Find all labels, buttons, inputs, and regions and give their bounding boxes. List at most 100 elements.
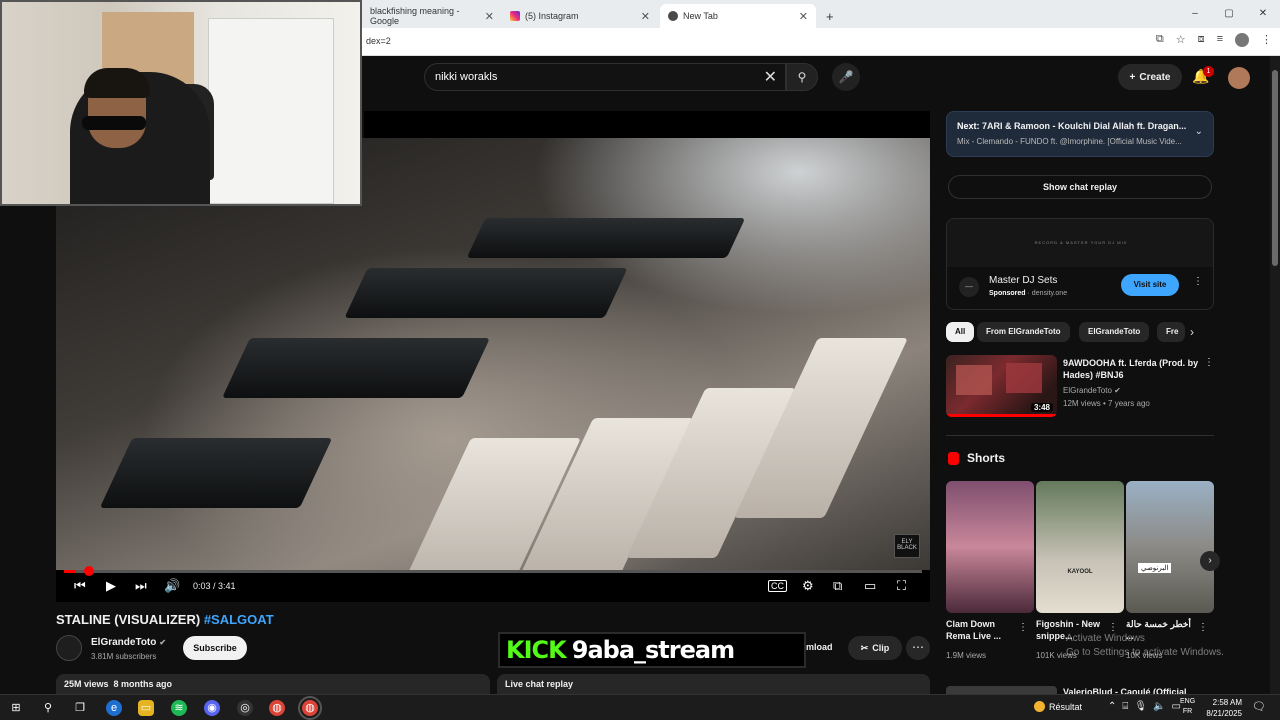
- captions-icon[interactable]: CC: [768, 580, 787, 592]
- recommendation-title[interactable]: 9AWDOOHA ft. Lferda (Prod. by Hades) #BN…: [1063, 357, 1199, 381]
- visit-site-button[interactable]: Visit site: [1121, 274, 1179, 296]
- profile-avatar[interactable]: [1235, 33, 1249, 47]
- user-avatar[interactable]: [1228, 67, 1250, 89]
- live-chat-box[interactable]: Live chat replay: [497, 674, 930, 694]
- chip-from-channel[interactable]: From ElGrandeToto: [977, 322, 1070, 342]
- theater-mode-icon[interactable]: ▭: [864, 578, 876, 594]
- spotify-icon[interactable]: ≋: [171, 700, 187, 716]
- chip-partial[interactable]: Fre: [1157, 322, 1185, 342]
- scrollbar-thumb[interactable]: [1272, 70, 1278, 266]
- menu-kebab-icon[interactable]: ⋮: [1204, 357, 1214, 368]
- chip-all[interactable]: All: [946, 322, 975, 342]
- channel-name-text[interactable]: ElGrandeToto: [91, 637, 156, 648]
- fullscreen-icon[interactable]: ⛶: [897, 578, 906, 594]
- ad-title[interactable]: Master DJ Sets: [989, 275, 1057, 286]
- show-chat-replay-button[interactable]: Show chat replay: [948, 175, 1212, 199]
- channel-name[interactable]: ElGrandeToto ✔: [91, 637, 166, 648]
- menu-kebab-icon[interactable]: ⋮: [1261, 33, 1272, 47]
- shorts-next-button[interactable]: ›: [1200, 551, 1220, 571]
- bookmark-star-icon[interactable]: ☆: [1176, 33, 1186, 47]
- file-explorer-icon[interactable]: ▭: [138, 700, 154, 716]
- obs-icon[interactable]: ◎: [237, 700, 253, 716]
- address-text[interactable]: dex=2: [366, 36, 391, 46]
- chrome-active-icon[interactable]: ◍: [298, 696, 322, 720]
- up-next-card[interactable]: Next: 7ARI & Ramoon - Koulchi Dial Allah…: [946, 111, 1214, 157]
- voice-search-button[interactable]: 🎤: [832, 63, 860, 91]
- chevron-down-icon[interactable]: ⌄: [1195, 126, 1203, 137]
- recommendation-thumbnail[interactable]: [946, 686, 1057, 694]
- chevron-right-icon[interactable]: ›: [1190, 325, 1194, 339]
- tab-instagram[interactable]: (5) Instagram ✕: [502, 4, 658, 28]
- sponsored-label: Sponsored: [989, 290, 1026, 297]
- video-hashtag-link[interactable]: #SALGOAT: [204, 612, 274, 627]
- close-icon[interactable]: ✕: [641, 10, 650, 23]
- recommendation-stats: 12M views • 7 years ago: [1063, 399, 1150, 408]
- player-letterbox-top: [364, 111, 930, 139]
- close-icon[interactable]: ✕: [485, 10, 494, 23]
- progress-bar[interactable]: [64, 566, 922, 576]
- language-secondary: FR: [1182, 708, 1193, 715]
- microphone-icon: 🎤: [838, 70, 854, 84]
- description-box[interactable]: 25M views 8 months ago: [56, 674, 490, 694]
- chevron-right-icon: ›: [1208, 555, 1212, 566]
- notification-center-icon[interactable]: 🗨: [1252, 700, 1266, 713]
- new-tab-button[interactable]: +: [818, 4, 840, 28]
- channel-avatar[interactable]: [56, 635, 82, 661]
- edge-icon[interactable]: e: [106, 700, 122, 716]
- create-button[interactable]: + Create: [1118, 64, 1182, 90]
- microphone-icon[interactable]: 🎙: [1134, 701, 1147, 712]
- more-actions-button[interactable]: ⋯: [906, 636, 930, 660]
- menu-kebab-icon[interactable]: ⋮: [1193, 276, 1203, 287]
- short-thumbnail[interactable]: KAYOOL: [1036, 481, 1124, 613]
- cast-icon[interactable]: ⧉: [1156, 33, 1164, 47]
- clear-search-icon[interactable]: ✕: [764, 67, 777, 87]
- chevron-up-icon[interactable]: ⌃: [1108, 701, 1116, 712]
- language-indicator[interactable]: ENG FR: [1180, 697, 1195, 717]
- minimize-button[interactable]: –: [1178, 0, 1212, 28]
- search-input[interactable]: nikki worakls ✕: [424, 63, 786, 91]
- tab-new-tab[interactable]: New Tab ✕: [660, 4, 816, 28]
- extensions-icon[interactable]: ⧈: [1198, 33, 1205, 47]
- previous-icon[interactable]: ⏮: [74, 578, 86, 594]
- piano-key-black: [344, 268, 628, 318]
- search-query[interactable]: nikki worakls: [435, 71, 497, 83]
- network-icon[interactable]: ⌸: [1122, 701, 1128, 712]
- tab-google[interactable]: blackfishing meaning - Google ✕: [362, 4, 502, 28]
- download-button[interactable]: mload: [806, 642, 833, 652]
- short-thumbnail[interactable]: البرنوصي: [1126, 481, 1214, 613]
- windows-start-icon[interactable]: ⊞: [8, 700, 24, 716]
- ad-banner[interactable]: RECORD & MASTER YOUR DJ MIX: [947, 219, 1213, 267]
- up-next-title: Next: 7ARI & Ramoon - Koulchi Dial Allah…: [957, 121, 1189, 131]
- activate-windows-subtitle: Go to Settings to activate Windows.: [1066, 647, 1224, 658]
- clock[interactable]: 2:58 AM 8/21/2025: [1204, 697, 1242, 719]
- subscribe-button[interactable]: Subscribe: [183, 636, 247, 660]
- speaker-icon[interactable]: 🔈: [1153, 701, 1165, 712]
- page-scrollbar[interactable]: [1270, 56, 1280, 694]
- piano-key-black: [466, 218, 746, 258]
- miniplayer-icon[interactable]: ⧉: [833, 578, 842, 594]
- chrome-icon[interactable]: ◍: [269, 700, 285, 716]
- settings-gear-icon[interactable]: ⚙: [802, 578, 814, 594]
- task-view-icon[interactable]: ❐: [72, 700, 88, 716]
- maximize-button[interactable]: ▢: [1212, 0, 1246, 28]
- weather-widget[interactable]: Résultat: [1034, 701, 1082, 712]
- search-button[interactable]: ⚲: [786, 63, 818, 91]
- sponsored-ad-card[interactable]: RECORD & MASTER YOUR DJ MIX — Master DJ …: [946, 218, 1214, 310]
- chip-channel[interactable]: ElGrandeToto: [1079, 322, 1150, 342]
- tab-search-icon[interactable]: ≡: [1217, 33, 1223, 47]
- clock-date: 8/21/2025: [1206, 709, 1242, 718]
- kick-username: 9aba_stream: [571, 636, 735, 664]
- clip-button[interactable]: ✂ Clip: [848, 636, 902, 660]
- next-icon[interactable]: ⏭: [135, 578, 147, 594]
- search-icon[interactable]: ⚲: [40, 700, 56, 716]
- close-window-button[interactable]: ✕: [1246, 0, 1280, 28]
- progress-scrubber[interactable]: [84, 566, 94, 576]
- menu-kebab-icon[interactable]: ⋮: [1018, 622, 1028, 633]
- volume-icon[interactable]: 🔊: [164, 578, 180, 594]
- close-icon[interactable]: ✕: [799, 10, 808, 23]
- short-thumbnail[interactable]: [946, 481, 1034, 613]
- recommendation-thumbnail[interactable]: 3:48: [946, 355, 1057, 417]
- discord-icon[interactable]: ◉: [204, 700, 220, 716]
- short-title[interactable]: Clam Down Rema Live ...: [946, 618, 1016, 642]
- play-icon[interactable]: ▶: [106, 578, 116, 594]
